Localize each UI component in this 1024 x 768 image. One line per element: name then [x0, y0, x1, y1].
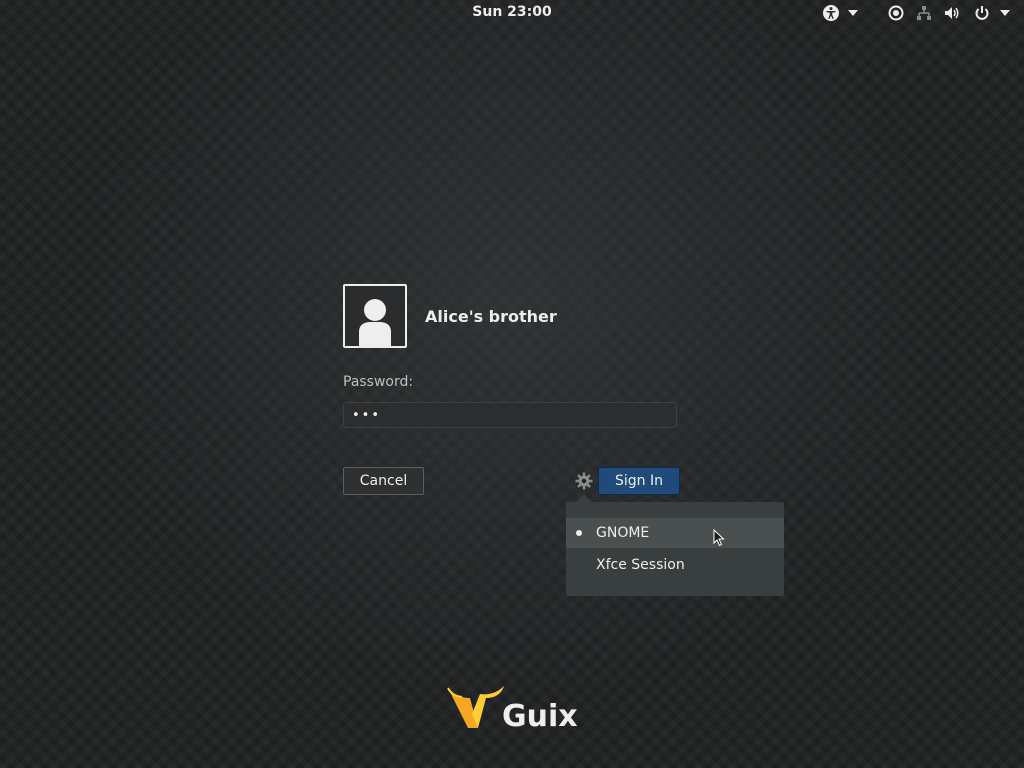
session-item-xfce[interactable]: Xfce Session: [566, 550, 784, 580]
network-indicator[interactable]: [914, 3, 934, 23]
guix-horns-icon: [447, 686, 504, 728]
chevron-down-icon: [848, 10, 858, 16]
display-icon: [888, 5, 904, 21]
avatar: [343, 284, 407, 348]
session-item-label: GNOME: [596, 525, 650, 541]
clock[interactable]: Sun 23:00: [0, 4, 1024, 20]
guix-logo: Guix: [446, 684, 578, 734]
user-row: Alice's brother: [343, 284, 557, 348]
password-input[interactable]: •••: [343, 402, 677, 428]
sign-in-button[interactable]: Sign In: [598, 467, 680, 495]
user-name: Alice's brother: [425, 306, 557, 326]
top-bar: Sun 23:00: [0, 0, 1024, 26]
user-icon: [359, 299, 391, 346]
menu-pointer: [576, 494, 592, 502]
power-icon: [975, 6, 989, 20]
network-icon: [917, 6, 931, 20]
volume-indicator[interactable]: [942, 3, 962, 23]
chevron-down-icon: [1000, 10, 1010, 16]
accessibility-menu[interactable]: [818, 3, 862, 23]
session-menu: GNOME Xfce Session: [566, 494, 784, 596]
power-menu[interactable]: [972, 3, 1012, 23]
volume-icon: [945, 7, 959, 19]
session-item-label: Xfce Session: [596, 557, 685, 573]
accessibility-icon: [823, 5, 839, 21]
cancel-button[interactable]: Cancel: [343, 467, 424, 495]
gear-icon[interactable]: [575, 472, 593, 490]
session-item-gnome[interactable]: GNOME: [566, 518, 784, 548]
display-indicator[interactable]: [886, 3, 906, 23]
selected-dot-icon: [576, 530, 582, 536]
logo-text: Guix: [502, 699, 578, 734]
mouse-cursor-icon: [713, 529, 725, 547]
password-label: Password:: [343, 374, 414, 390]
